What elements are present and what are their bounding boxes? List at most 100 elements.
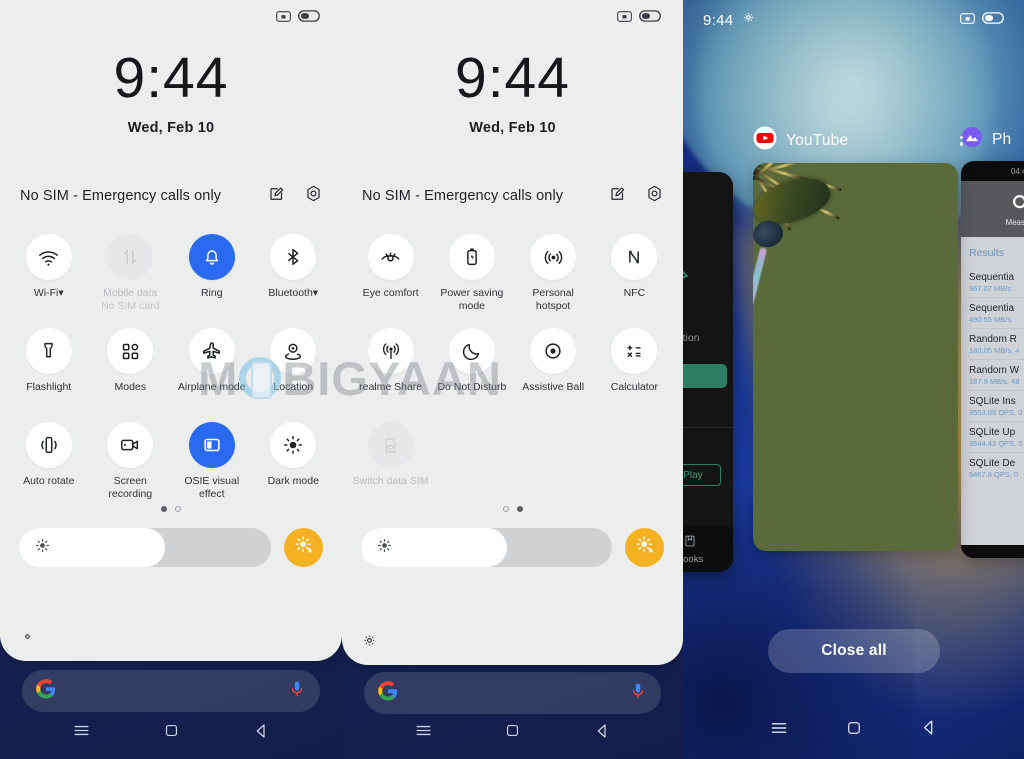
tile-realme-share[interactable]: realme Share: [350, 320, 431, 410]
microphone-icon[interactable]: [288, 680, 306, 703]
tile-dark-mode[interactable]: Dark mode: [253, 414, 335, 504]
tile-assistive-ball[interactable]: Assistive Ball: [513, 320, 594, 410]
tile-switch-data-sim[interactable]: Switch data SIM: [350, 414, 431, 504]
tile-location[interactable]: Location: [253, 320, 335, 410]
bluetooth-icon: [270, 234, 317, 280]
auto-brightness-button[interactable]: [284, 528, 323, 567]
settings-gear-icon[interactable]: [645, 184, 664, 208]
tile-personal-hotspot[interactable]: Personal hotspot: [513, 226, 594, 316]
card-app-name: Ph: [992, 130, 1012, 148]
settings-gear-icon[interactable]: [20, 629, 35, 649]
tile-modes[interactable]: Modes: [90, 320, 172, 410]
tile-sublabel: No SIM card: [101, 299, 160, 312]
bench-row: Random R 180.05 MB/s, 4: [969, 328, 1024, 359]
tile-wifi[interactable]: Wi-Fi▾: [8, 226, 90, 316]
settings-gear-icon[interactable]: [362, 633, 377, 653]
edit-icon[interactable]: [609, 185, 627, 208]
tile-bluetooth[interactable]: Bluetooth▾: [253, 226, 335, 316]
status-bar-left: [0, 0, 342, 36]
auto-brightness-icon: [294, 535, 314, 560]
home-icon[interactable]: [845, 719, 863, 742]
play-button[interactable]: Play: [683, 464, 721, 486]
tile-flashlight[interactable]: Flashlight: [8, 320, 90, 410]
microphone-icon[interactable]: [629, 682, 647, 705]
screen-record-icon: [960, 11, 975, 29]
tile-calculator[interactable]: Calculator: [594, 320, 675, 410]
home-icon[interactable]: [504, 722, 521, 744]
card-preview-thumbnail: [753, 163, 958, 551]
google-search-bar-left[interactable]: [22, 670, 320, 712]
books-icon: [683, 534, 697, 551]
bench-row: SQLite Ins 3553.69 QPS, 0: [969, 390, 1024, 421]
phone-screen-right: 9:44 tification: [683, 0, 1024, 759]
recents-icon[interactable]: [414, 721, 433, 745]
kebab-menu-icon[interactable]: [959, 135, 963, 146]
realme-share-icon: [367, 328, 414, 374]
tile-label: OSIE visual effect: [184, 475, 240, 500]
clock-time: 9:44: [455, 46, 570, 110]
screenshot-root: 9:44 Wed, Feb 10 No SIM - Emergency call…: [0, 0, 1024, 759]
tile-label: realme Share: [359, 381, 423, 393]
home-icon[interactable]: [163, 722, 180, 744]
brightness-sun-icon: [35, 538, 50, 558]
bench-row: Sequentia 967.07 MB/s: [969, 272, 1015, 293]
auto-brightness-button[interactable]: [625, 528, 664, 567]
photos-icon: [961, 126, 983, 153]
tile-auto-rotate[interactable]: Auto rotate: [8, 414, 90, 504]
flashlight-icon: [25, 328, 72, 374]
card-action-chip[interactable]: [683, 364, 727, 388]
tile-label: Screen recording: [108, 475, 153, 500]
recents-icon[interactable]: [72, 721, 91, 745]
tile-do-not-disturb[interactable]: Do Not Disturb: [431, 320, 512, 410]
navigation-bar-mid: [342, 707, 683, 759]
tile-ring[interactable]: Ring: [171, 226, 253, 316]
tile-label: Ring: [200, 287, 223, 299]
hotspot-icon: [530, 234, 577, 280]
card-notification-text: tification: [683, 332, 700, 344]
carrier-label: No SIM - Emergency calls only: [362, 188, 564, 204]
clock-date: Wed, Feb 10: [127, 120, 215, 136]
tile-label: Bluetooth▾: [268, 287, 319, 299]
brightness-sun-icon: [377, 538, 392, 558]
recents-card-youtube[interactable]: YouTube: [753, 126, 963, 551]
page-dot[interactable]: [502, 506, 509, 512]
recents-card-photos[interactable]: Ph 04:49 Measure Results: [961, 126, 1024, 558]
status-bar-right: 9:44: [683, 0, 1024, 40]
tile-osie-visual-effect[interactable]: OSIE visual effect: [171, 414, 253, 504]
airplane-icon: [188, 328, 235, 374]
brightness-row-mid: [342, 528, 683, 567]
eye-comfort-icon: [367, 234, 414, 280]
bench-measure-tab[interactable]: Measure: [961, 181, 1024, 237]
bench-results-header: Results: [961, 237, 1024, 267]
close-all-button[interactable]: Close all: [768, 629, 940, 673]
clock-date: Wed, Feb 10: [469, 120, 556, 136]
card-app-name: YouTube: [786, 131, 849, 149]
phone-screen-mid: 9:44 Wed, Feb 10 No SIM - Emergency call…: [342, 0, 683, 759]
settings-gear-icon[interactable]: [304, 184, 323, 208]
page-dot[interactable]: [516, 506, 523, 512]
back-icon[interactable]: [252, 722, 270, 745]
back-icon[interactable]: [919, 718, 938, 742]
tile-label: Modes: [114, 381, 146, 393]
tile-screen-recording[interactable]: Screen recording: [90, 414, 172, 504]
back-icon[interactable]: [593, 722, 611, 745]
tile-label: Wi-Fi▾: [33, 287, 64, 299]
edit-icon[interactable]: [268, 185, 286, 208]
tile-power-saving-mode[interactable]: Power saving mode: [431, 226, 512, 316]
brightness-slider[interactable]: [361, 528, 612, 567]
tile-eye-comfort[interactable]: Eye comfort: [350, 226, 431, 316]
battery-icon: [298, 9, 320, 27]
brightness-slider[interactable]: [19, 528, 271, 567]
bench-row: SQLite Up 3544.43 QPS, 0: [969, 421, 1024, 452]
brightness-row-left: [0, 528, 342, 567]
recents-card-books[interactable]: tification Play Books: [683, 172, 733, 572]
page-dot[interactable]: [161, 506, 167, 512]
tile-airplane-mode[interactable]: Airplane mode: [171, 320, 253, 410]
page-dot[interactable]: [175, 506, 181, 512]
tile-mobile-data[interactable]: Mobile data No SIM card: [90, 226, 172, 316]
navigation-bar-left: [0, 707, 342, 759]
dark-mode-sun-icon: [270, 422, 317, 468]
recents-icon[interactable]: [769, 718, 789, 743]
tile-nfc[interactable]: NFC: [594, 226, 675, 316]
phone-screen-left: 9:44 Wed, Feb 10 No SIM - Emergency call…: [0, 0, 342, 759]
